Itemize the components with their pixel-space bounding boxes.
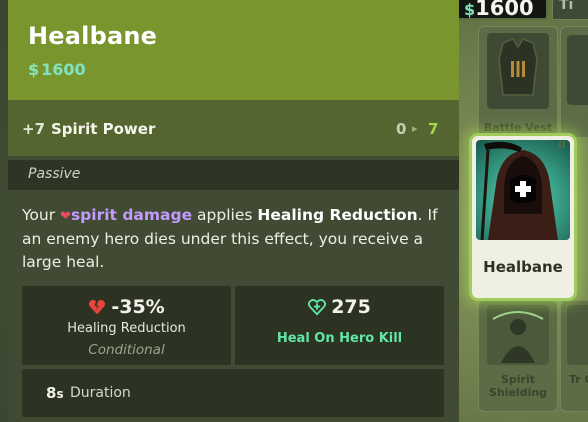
stat-to: 7 — [428, 120, 439, 138]
shop-card-partial-top[interactable] — [560, 26, 588, 138]
desc-healing-reduction: Healing Reduction — [257, 206, 418, 224]
effect-label: Healing Reduction — [67, 321, 186, 336]
item-title: Healbane — [28, 22, 158, 50]
effect-label: Heal On Hero Kill — [276, 331, 403, 346]
item-tooltip: Healbane $1600 +7 Spirit Power 0 ▸ 7 Pas… — [8, 0, 459, 422]
stat-row: +7 Spirit Power 0 ▸ 7 — [8, 100, 459, 156]
broken-heart-icon — [89, 299, 106, 315]
effect-box-heal-on-kill: 275 Heal On Hero Kill — [235, 286, 444, 365]
duration-box: 8s Duration — [22, 369, 444, 417]
effect-value-row: 275 — [235, 296, 444, 318]
effect-conditional-note: Conditional — [88, 342, 165, 358]
shop-card-label: Tr Co — [569, 373, 588, 386]
soul-icon: $ — [464, 0, 476, 19]
desc-text: applies — [192, 206, 258, 224]
item-description: Your ❤spirit damage applies Healing Redu… — [22, 204, 447, 274]
chevron-right-icon: ▸ — [412, 122, 418, 135]
effect-value: 275 — [331, 296, 371, 318]
tooltip-header: Healbane $1600 — [8, 0, 459, 100]
passive-section-header: Passive — [8, 160, 459, 190]
shop-price-banner: $1600 — [452, 0, 548, 20]
item-cost-value: 1600 — [41, 60, 86, 79]
stat-name: Spirit Power — [51, 120, 156, 138]
spirit-damage-icon: ❤ — [60, 209, 71, 224]
heart-plus-icon — [308, 299, 327, 316]
shop-card-battle-vest[interactable]: Battle Vest — [478, 26, 558, 138]
vest-icon — [487, 33, 549, 109]
desc-text: Your — [22, 206, 61, 224]
partial-card-icon — [567, 305, 588, 365]
effect-value-row: -35% — [22, 296, 231, 318]
duration-unit: s — [56, 387, 64, 401]
shop-card-partial-bottom[interactable]: Tr Co — [560, 300, 588, 412]
shop-card-name: Spirit Shielding — [488, 373, 548, 399]
tier-mark: II — [558, 140, 566, 151]
stat-from: 0 — [396, 120, 407, 138]
passive-label: Passive — [28, 166, 81, 182]
partial-card-icon — [567, 35, 588, 105]
tier-tab[interactable]: Ti — [552, 0, 588, 20]
shop-card-label: Spirit Shielding — [479, 373, 557, 399]
item-cost: $1600 — [28, 60, 86, 79]
hooded-reaper-icon — [476, 140, 570, 240]
soul-icon: $ — [28, 60, 40, 79]
duration-number: 8 — [46, 384, 57, 402]
healbane-card-name: Healbane — [483, 258, 563, 276]
shop-price-value: 1600 — [475, 0, 534, 20]
shop-card-label: Battle Vest — [483, 121, 553, 134]
effect-box-healing-reduction: -35% Healing Reduction Conditional — [22, 286, 231, 365]
stat-value: +7 — [22, 120, 46, 138]
effect-value: -35% — [111, 296, 165, 318]
duration-value: 8s — [46, 384, 64, 402]
shield-figure-icon — [487, 305, 549, 365]
desc-spirit-damage: spirit damage — [70, 206, 193, 224]
shop-card-spirit-shielding[interactable]: Spirit Shielding — [478, 300, 558, 412]
duration-label: Duration — [70, 385, 131, 401]
